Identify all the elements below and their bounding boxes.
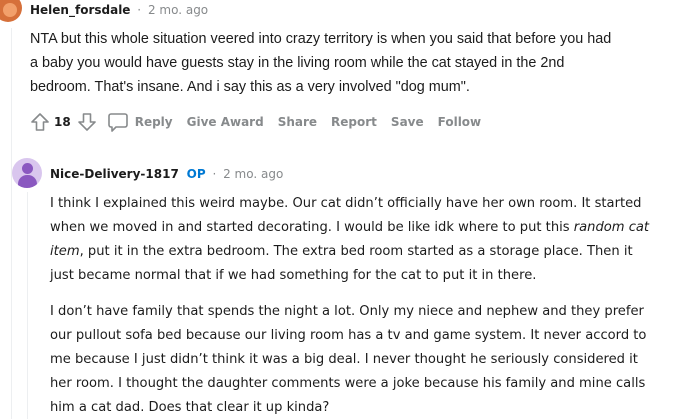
- comment-bubble-icon[interactable]: [107, 111, 129, 133]
- comment-action-bar: 18 Reply Give Award Share Report Save Fo…: [30, 110, 481, 134]
- comment-body-line: I think I explained this weird maybe. Ou…: [50, 196, 642, 211]
- comment-timestamp[interactable]: 2 mo. ago: [223, 167, 283, 181]
- comment-author[interactable]: Helen_forsdale: [30, 3, 130, 17]
- op-badge: OP: [186, 167, 206, 181]
- comment-body-line: a baby you would have guests stay in the…: [30, 55, 565, 71]
- upvote-arrow-icon[interactable]: [30, 112, 50, 132]
- comment-body-line: NTA but this whole situation veered into…: [30, 31, 612, 47]
- vote-score: 18: [54, 115, 71, 129]
- comment-body-line: me because I just didn’t think it was a …: [50, 352, 638, 367]
- comment-author[interactable]: Nice-Delivery-1817: [50, 167, 179, 181]
- avatar-body-shape: [18, 175, 37, 188]
- follow-button[interactable]: Follow: [438, 115, 482, 129]
- comment-body-line: item, put it in the extra bedroom. The e…: [50, 240, 633, 264]
- comment-timestamp[interactable]: 2 mo. ago: [148, 3, 208, 17]
- comment-body-line: just became normal that if we had someth…: [50, 268, 537, 283]
- comment-body-text: when we moved in and started decorating.…: [50, 220, 574, 235]
- comment-body-line: bedroom. That's insane. And i say this a…: [30, 79, 470, 95]
- comment-body-italic: random cat: [573, 220, 650, 235]
- comment-meta: Nice-Delivery-1817 OP · 2 mo. ago: [50, 167, 283, 181]
- comment-body-line: him a cat dad. Does that clear it up kin…: [50, 400, 330, 415]
- meta-separator: ·: [212, 167, 217, 181]
- report-button[interactable]: Report: [331, 115, 377, 129]
- comment-body-text: , put it in the extra bedroom. The extra…: [79, 244, 633, 259]
- comment-body-line: I don’t have family that spends the nigh…: [50, 304, 644, 319]
- comment-body-line: our pullout sofa bed because our living …: [50, 328, 647, 343]
- avatar-head-shape: [22, 163, 33, 174]
- comment-body-line: when we moved in and started decorating.…: [50, 216, 649, 240]
- thread-line[interactable]: [27, 192, 28, 419]
- comment-body-italic: item: [50, 244, 80, 259]
- thread-line[interactable]: [11, 28, 12, 419]
- meta-separator: ·: [137, 3, 142, 17]
- save-button[interactable]: Save: [391, 115, 424, 129]
- downvote-arrow-icon[interactable]: [77, 112, 97, 132]
- avatar[interactable]: [12, 158, 42, 188]
- reply-button[interactable]: Reply: [135, 115, 173, 129]
- avatar[interactable]: [0, 0, 22, 22]
- comment-meta: Helen_forsdale · 2 mo. ago: [30, 3, 208, 17]
- share-button[interactable]: Share: [278, 115, 317, 129]
- give-award-button[interactable]: Give Award: [187, 115, 264, 129]
- comment-body-line: her room. I thought the daughter comment…: [50, 376, 646, 391]
